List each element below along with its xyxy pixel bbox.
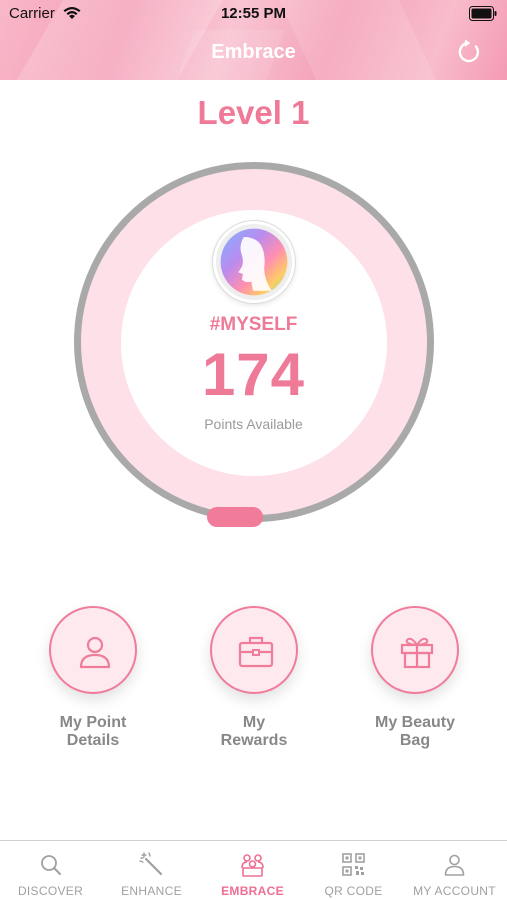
search-icon [41,855,61,875]
tab-my-account[interactable]: MY ACCOUNT [404,841,507,900]
action-label: My Point Details [59,714,127,749]
tab-label: DISCOVER [17,884,84,898]
tab-enhance[interactable]: ENHANCE [101,841,202,900]
bottom-tab-bar: DISCOVER ENHANCE EMBRACE QR CODE MY ACCO… [0,840,507,900]
gift-icon [400,637,434,669]
tab-label: ENHANCE [121,884,182,898]
qr-code-icon [342,853,365,876]
magic-wand-icon [139,852,163,876]
header-bar: Carrier 12:55 PM Embrace [0,0,507,80]
action-circle [210,606,298,694]
user-icon [444,854,465,876]
face-silhouette-icon [220,228,288,296]
profile-hashtag: #MYSELF [209,314,298,335]
tab-embrace[interactable]: EMBRACE [202,841,303,900]
action-label: My Rewards [220,714,288,749]
profile-avatar[interactable] [213,221,295,303]
tab-label: MY ACCOUNT [413,884,496,898]
my-beauty-bag-button[interactable]: My Beauty Bag [350,606,480,766]
my-point-details-button[interactable]: My Point Details [28,606,158,766]
page-title: Embrace [211,41,296,63]
tab-label: EMBRACE [221,884,284,898]
action-circle [49,606,137,694]
my-rewards-button[interactable]: My Rewards [189,606,319,766]
tab-discover[interactable]: DISCOVER [0,841,101,900]
briefcase-icon [238,636,274,668]
action-label: My Beauty Bag [374,714,456,749]
points-label: Points Available [204,416,303,432]
tab-label: QR CODE [324,884,383,898]
status-time: 12:55 PM [220,5,287,22]
progress-handle [207,507,263,527]
tab-qr-code[interactable]: QR CODE [303,841,404,900]
status-bar: Carrier 12:55 PM [0,0,507,28]
user-icon [79,636,111,669]
action-circle [371,606,459,694]
refresh-icon[interactable] [455,38,483,66]
level-title: Level 1 [197,94,310,131]
people-group-icon [241,854,264,877]
battery-icon [469,6,497,21]
points-value: 174 [201,341,306,408]
